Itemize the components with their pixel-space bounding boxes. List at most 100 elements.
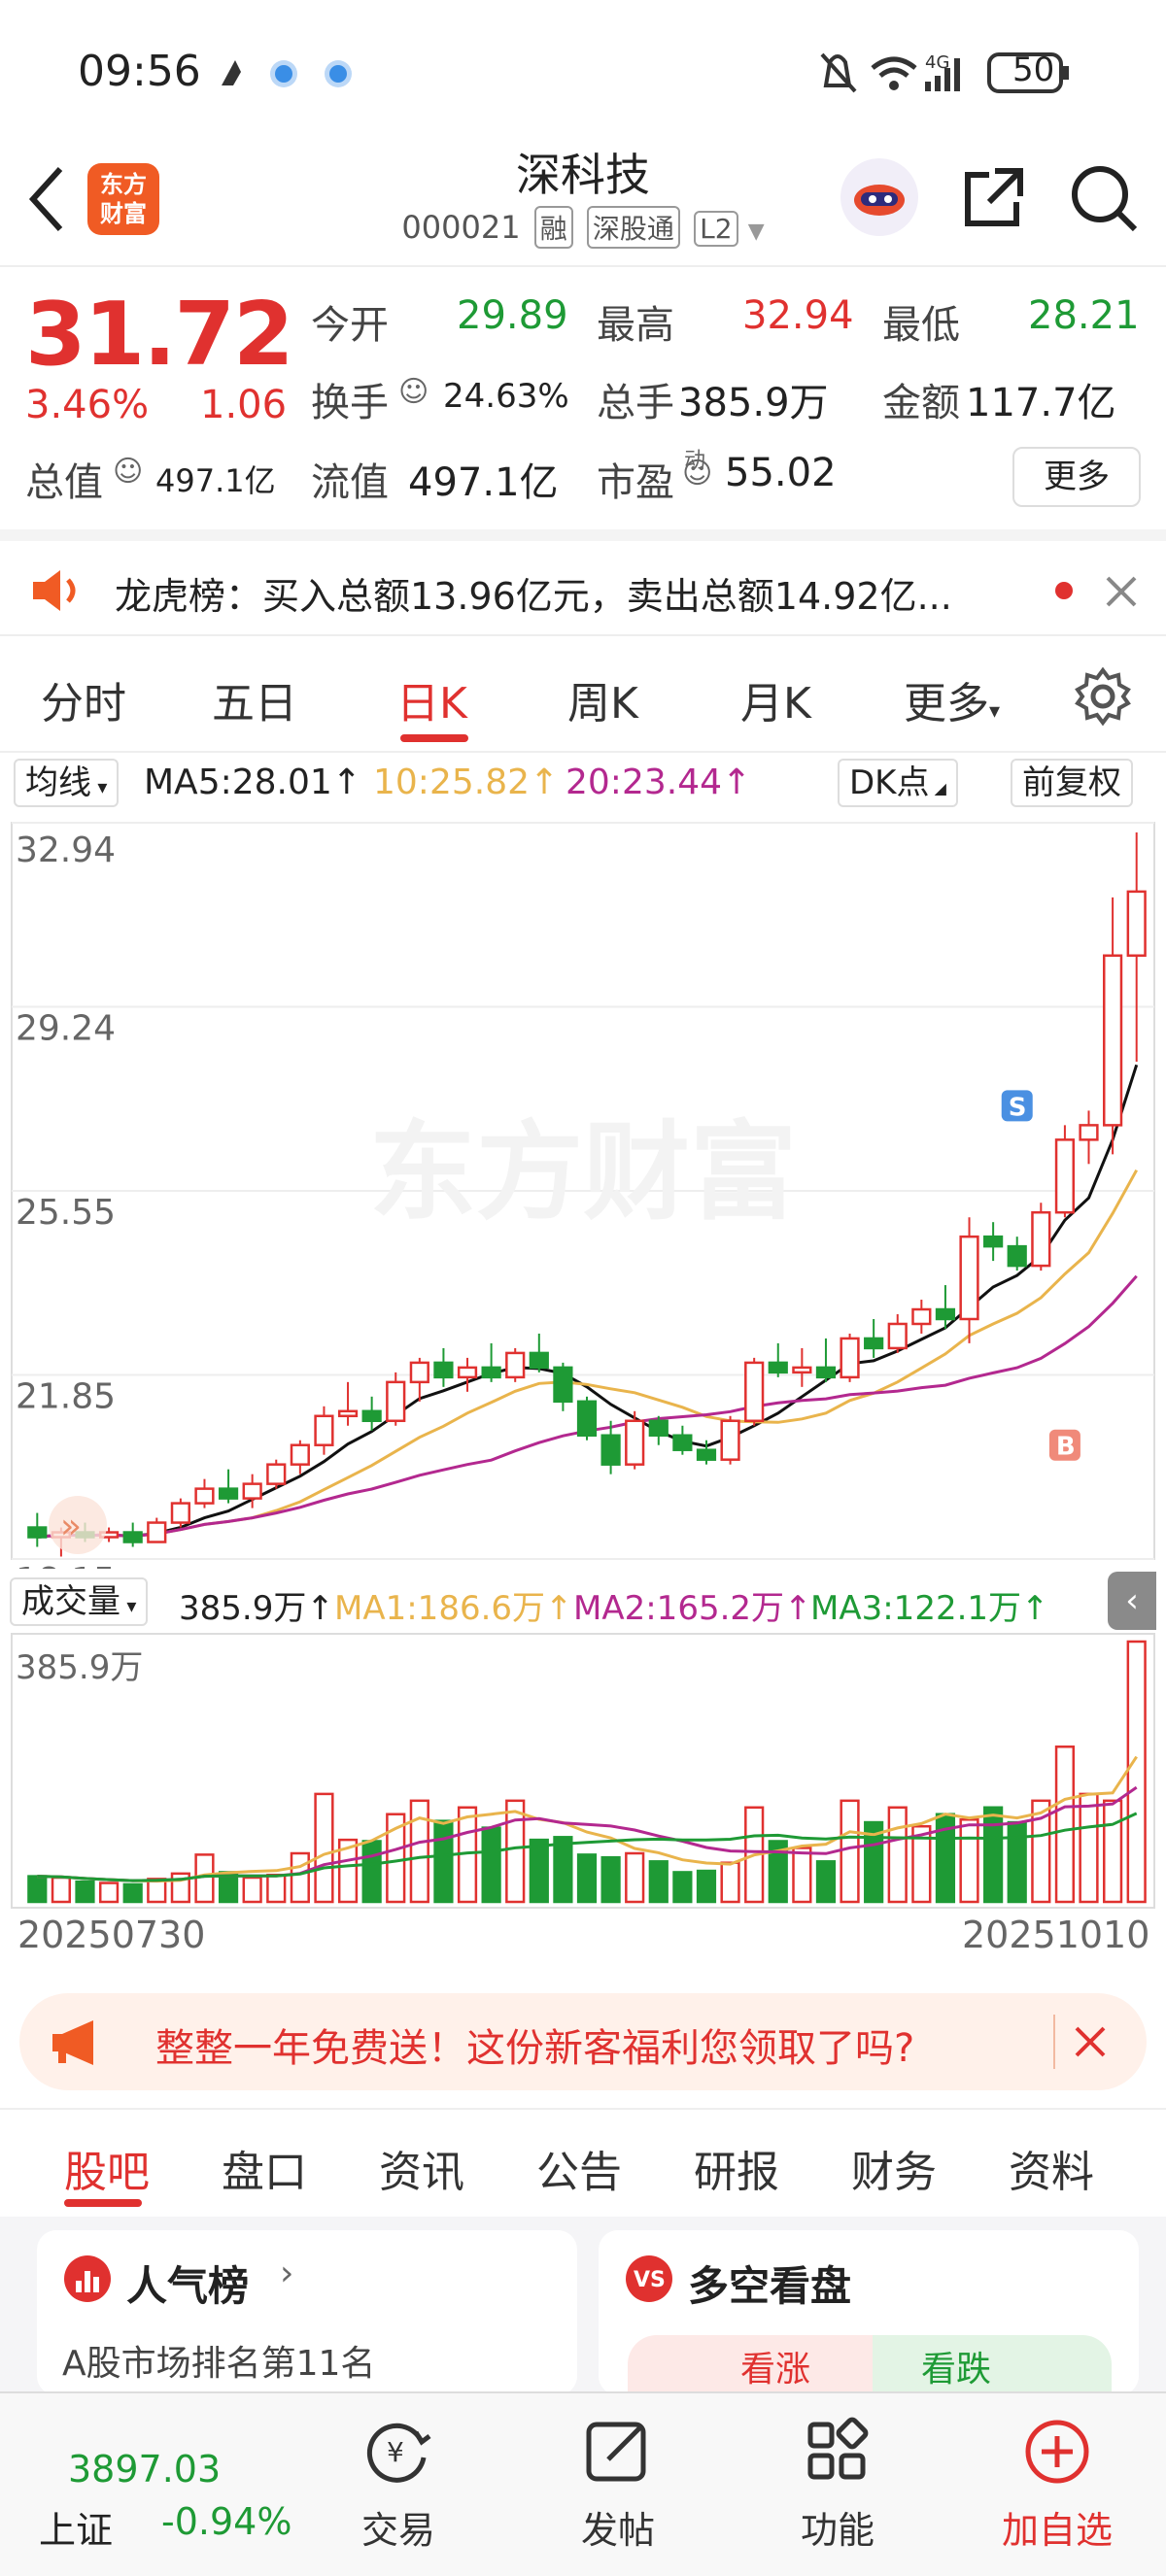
tab-forum[interactable]: 股吧 bbox=[64, 2137, 150, 2199]
system-status-icons: 4G bbox=[820, 52, 1069, 93]
candle-body bbox=[576, 1400, 598, 1437]
total-cap-label: 总值 bbox=[25, 460, 103, 505]
add-watchlist-icon[interactable] bbox=[1018, 2413, 1096, 2491]
close-icon[interactable] bbox=[1071, 2022, 1110, 2061]
share-icon[interactable] bbox=[960, 163, 1028, 231]
tab-research[interactable]: 研报 bbox=[694, 2137, 779, 2199]
volume-label: 总手 bbox=[597, 381, 674, 425]
active-tab-indicator bbox=[64, 2199, 142, 2207]
period-tabs: 分时 五日 日K 周K 月K 更多▾ bbox=[0, 641, 1166, 753]
candle-body bbox=[1031, 1210, 1051, 1268]
candle-body bbox=[1054, 1138, 1076, 1214]
volume-selector[interactable]: 成交量 ▾ bbox=[10, 1577, 149, 1626]
tab-monthly-k[interactable]: 月K bbox=[740, 668, 811, 730]
volume-bar bbox=[696, 1869, 717, 1904]
stock-code: 000021 bbox=[401, 209, 521, 246]
candle-body bbox=[242, 1482, 262, 1500]
trade-yuan-icon[interactable]: ¥ bbox=[360, 2413, 437, 2491]
candle-body bbox=[911, 1307, 932, 1326]
candle-body bbox=[744, 1361, 765, 1423]
tab-intraday[interactable]: 分时 bbox=[41, 668, 126, 730]
volume-bar bbox=[983, 1806, 1004, 1904]
high-value: 32.94 bbox=[742, 293, 854, 338]
grid-function-icon[interactable] bbox=[799, 2413, 876, 2491]
candle-body bbox=[361, 1409, 382, 1423]
low-label: 最低 bbox=[882, 303, 960, 348]
nav-function[interactable]: 功能 bbox=[770, 2500, 906, 2554]
vs-icon: VS bbox=[626, 2255, 672, 2302]
quote-panel: 31.72 3.46% 1.06 总值 ☺ 497.1亿 今开 29.89 最高… bbox=[0, 270, 1166, 525]
tab-daily-k[interactable]: 日K bbox=[396, 668, 467, 730]
vol-ma3: MA3:122.1万↑ bbox=[810, 1589, 1049, 1628]
volume-bar bbox=[433, 1819, 454, 1904]
info-icon[interactable]: ☺ bbox=[682, 457, 712, 491]
bull-bear-card[interactable]: VS 多空看盘 看涨 看跌 bbox=[599, 2230, 1139, 2395]
volume-indicator-bar: 成交量 ▾ 385.9万↑ MA1:186.6万↑ MA2:165.2万↑ MA… bbox=[0, 1572, 1166, 1630]
tab-news[interactable]: 资讯 bbox=[379, 2137, 464, 2199]
active-tab-indicator bbox=[400, 734, 468, 742]
candle-body bbox=[672, 1434, 693, 1451]
change-amount: 1.06 bbox=[200, 383, 288, 427]
volume-bar bbox=[576, 1853, 598, 1904]
candle-body bbox=[457, 1366, 478, 1379]
open-value: 29.89 bbox=[457, 293, 568, 338]
vol-ma1: MA1:186.6万↑ bbox=[334, 1589, 573, 1628]
candle-body bbox=[505, 1351, 526, 1379]
candle-body bbox=[170, 1502, 190, 1524]
info-icon[interactable]: ☺ bbox=[113, 455, 143, 489]
nav-add-watchlist[interactable]: 加自选 bbox=[989, 2500, 1125, 2554]
megaphone-icon bbox=[52, 2020, 93, 2065]
volume-bar bbox=[553, 1836, 573, 1904]
speaker-icon bbox=[33, 570, 76, 611]
volume-bar bbox=[840, 1799, 860, 1904]
nav-trade[interactable]: 交易 bbox=[330, 2500, 466, 2554]
volume-bar bbox=[242, 1876, 262, 1904]
index-change[interactable]: -0.94% bbox=[161, 2500, 292, 2543]
vol-ma2: MA2:165.2万↑ bbox=[573, 1589, 812, 1628]
volume-bar bbox=[51, 1876, 71, 1904]
adjust-selector[interactable]: 前复权 bbox=[1011, 759, 1133, 807]
bear-button[interactable]: 看跌 bbox=[873, 2335, 1112, 2395]
dk-point-selector[interactable]: DK点 ◢ bbox=[838, 759, 958, 807]
dragon-tiger-notice[interactable]: 龙虎榜：买入总额13.96亿元，卖出总额14.92亿... bbox=[0, 529, 1166, 636]
close-icon[interactable] bbox=[1102, 572, 1141, 611]
settings-gear-icon[interactable] bbox=[1073, 666, 1133, 727]
search-icon[interactable] bbox=[1069, 163, 1139, 233]
volume-bar bbox=[314, 1792, 334, 1904]
y-tick-label: 18.15 bbox=[16, 1561, 116, 1569]
candlestick-chart[interactable]: 32.94 29.24 25.55 21.85 18.15 东方财富 S B » bbox=[0, 811, 1166, 1569]
assistant-avatar-icon[interactable] bbox=[838, 155, 921, 239]
tab-finance[interactable]: 财务 bbox=[851, 2137, 937, 2199]
candle-body bbox=[194, 1487, 215, 1505]
tab-five-day[interactable]: 五日 bbox=[212, 668, 297, 730]
post-edit-icon[interactable] bbox=[579, 2413, 657, 2491]
info-icon[interactable]: ☺ bbox=[398, 375, 429, 409]
popularity-card[interactable]: 人气榜 › A股市场排名第11名 bbox=[37, 2230, 577, 2395]
promo-text: 整整一年免费送！这份新客福利您领取了吗? bbox=[155, 2026, 915, 2071]
candle-body bbox=[768, 1361, 788, 1374]
candle-body bbox=[409, 1361, 429, 1384]
tab-weekly-k[interactable]: 周K bbox=[567, 668, 638, 730]
nav-post[interactable]: 发帖 bbox=[550, 2500, 686, 2554]
collapse-panel-icon[interactable]: ‹ bbox=[1108, 1572, 1156, 1630]
pe-value: 55.02 bbox=[725, 451, 837, 495]
ma-selector[interactable]: 均线 ▾ bbox=[14, 759, 120, 807]
candle-body bbox=[1079, 1124, 1099, 1141]
index-name[interactable]: 上证 bbox=[39, 2500, 113, 2554]
y-tick-label: 25.55 bbox=[16, 1193, 116, 1233]
tab-profile[interactable]: 资料 bbox=[1009, 2137, 1094, 2199]
dropdown-arrow-icon[interactable]: ▼ bbox=[748, 220, 765, 244]
more-button[interactable]: 更多 bbox=[1012, 447, 1141, 507]
promo-banner[interactable]: 整整一年免费送！这份新客福利您领取了吗? bbox=[19, 1993, 1147, 2090]
tab-orderbook[interactable]: 盘口 bbox=[222, 2137, 307, 2199]
volume-bar bbox=[122, 1882, 143, 1904]
bull-button[interactable]: 看涨 bbox=[628, 2335, 900, 2395]
divider bbox=[1053, 2015, 1055, 2069]
index-value[interactable]: 3897.03 bbox=[68, 2448, 221, 2491]
pe-label: 市盈 bbox=[597, 460, 674, 505]
volume-chart[interactable]: 385.9万 bbox=[0, 1630, 1166, 1912]
candle-body bbox=[864, 1337, 884, 1350]
candle-body bbox=[218, 1487, 239, 1500]
tab-more[interactable]: 更多▾ bbox=[904, 668, 1000, 730]
tab-announcements[interactable]: 公告 bbox=[536, 2137, 622, 2199]
